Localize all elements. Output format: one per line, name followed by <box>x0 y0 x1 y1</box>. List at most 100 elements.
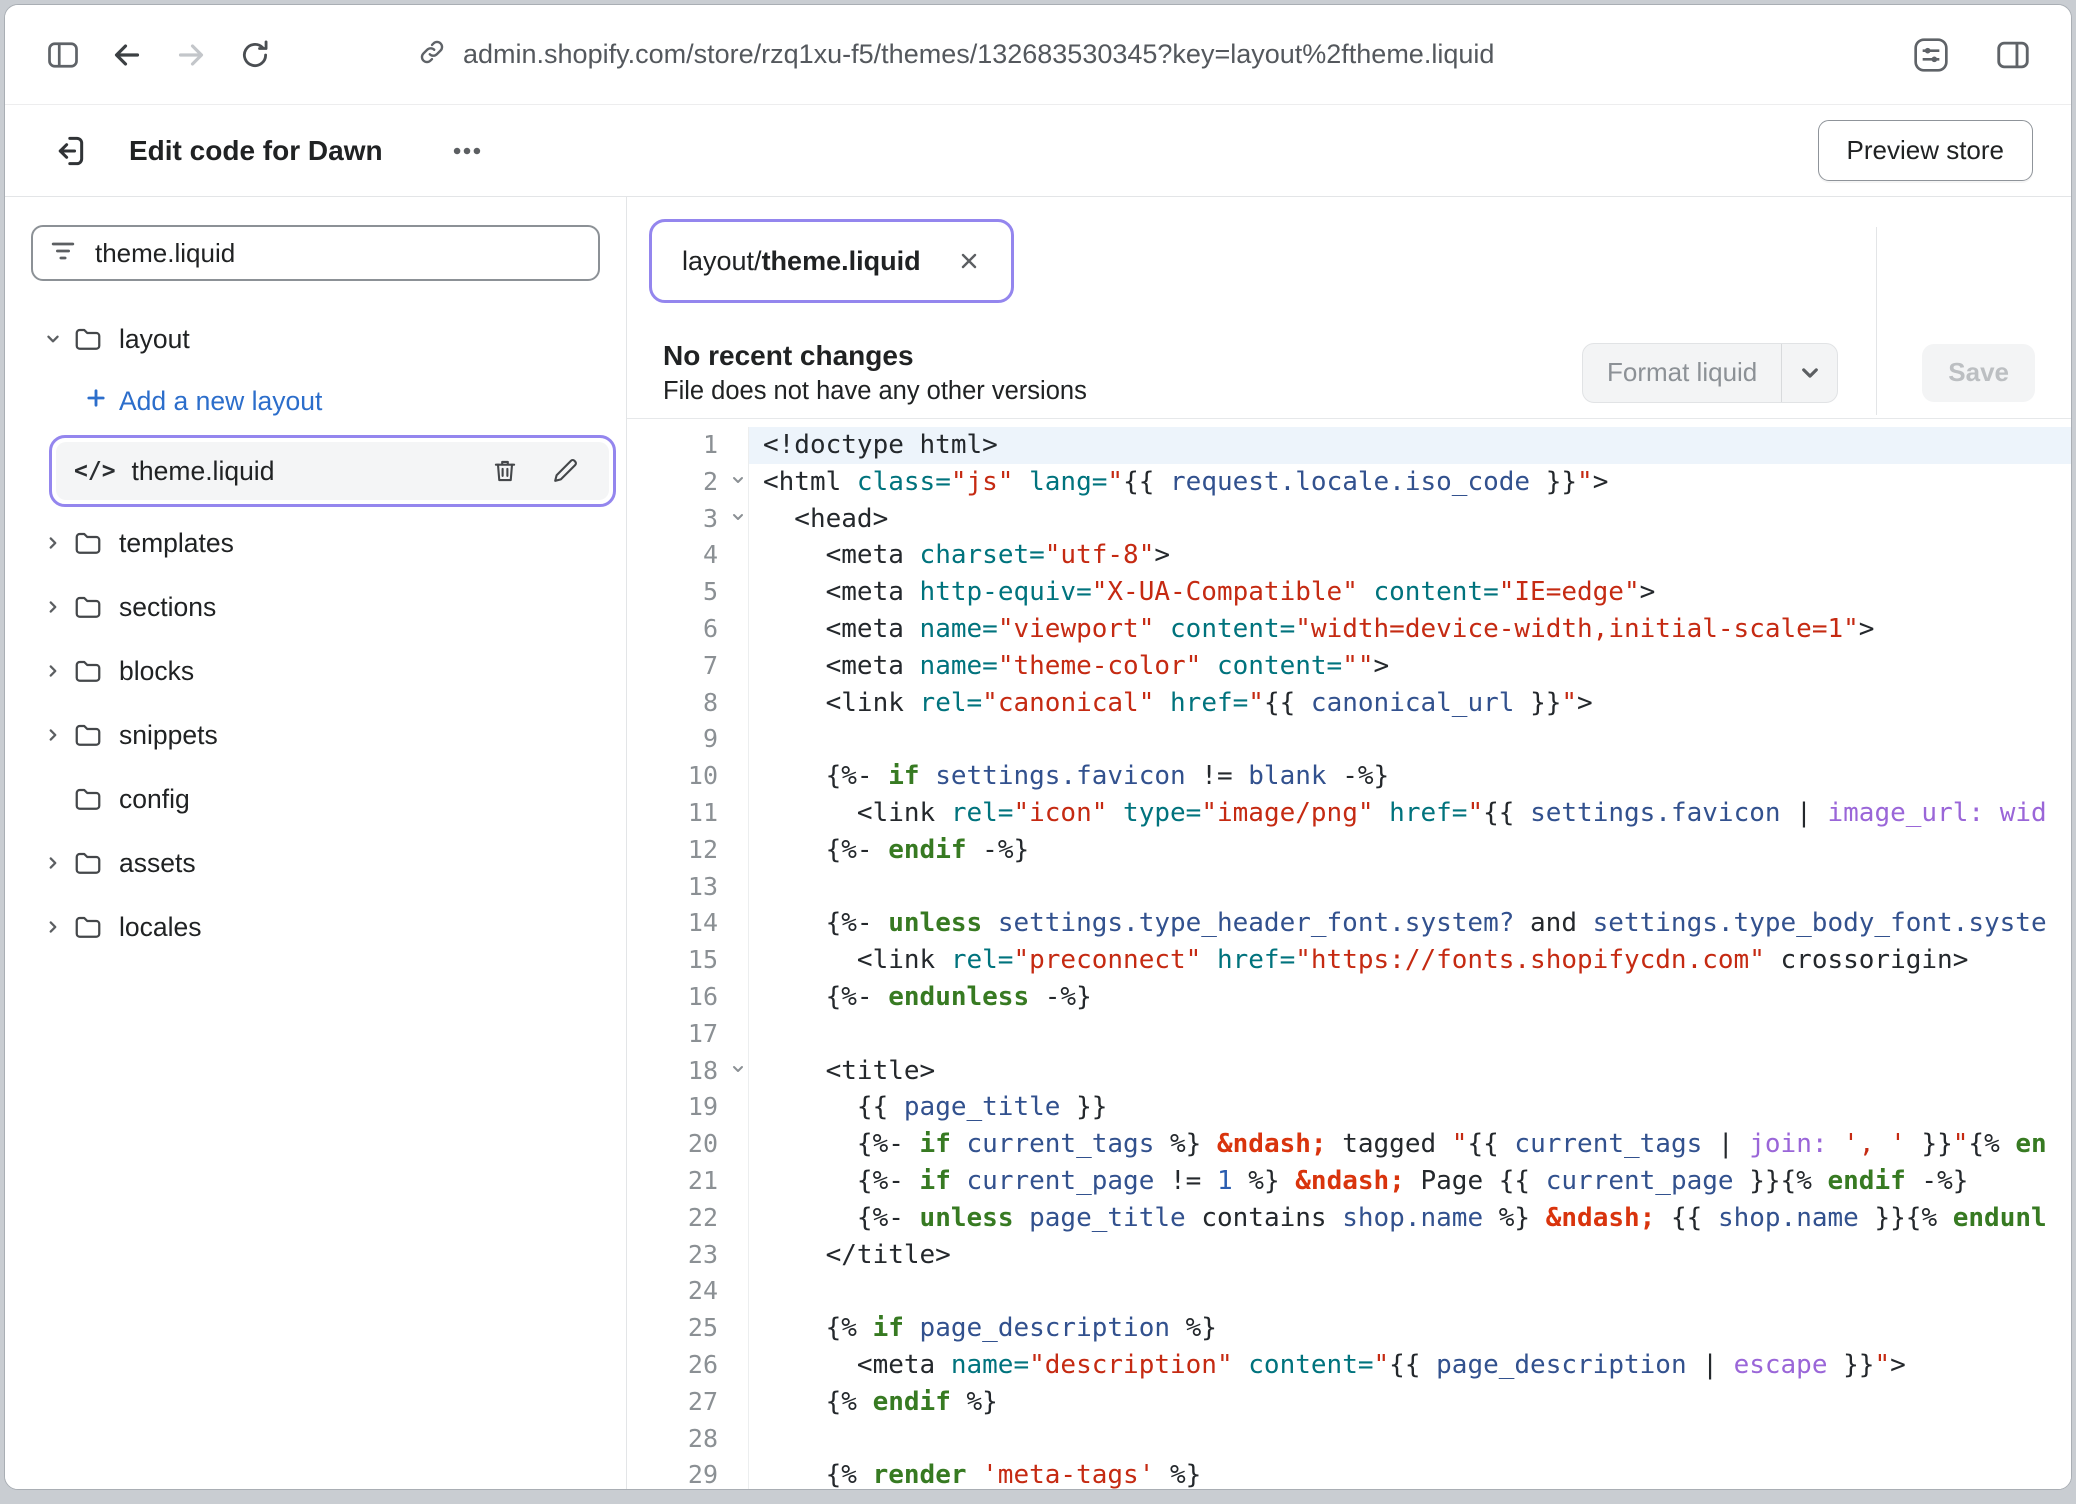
sidebar-folder-config[interactable]: config <box>5 767 626 831</box>
sidebar-folder-templates[interactable]: templates <box>5 511 626 575</box>
preview-store-button[interactable]: Preview store <box>1818 120 2034 181</box>
reload-icon[interactable] <box>223 23 287 87</box>
code-line-5[interactable]: 5 <meta http-equiv="X-UA-Compatible" con… <box>627 574 2071 611</box>
browser-window: admin.shopify.com/store/rzq1xu-f5/themes… <box>4 4 2072 1490</box>
chevron-right-icon[interactable] <box>35 535 71 551</box>
folder-icon <box>73 528 103 558</box>
code-line-22[interactable]: 22 {%- unless page_title contains shop.n… <box>627 1200 2071 1237</box>
sidebar-folder-snippets[interactable]: snippets <box>5 703 626 767</box>
code-line-24[interactable]: 24 <box>627 1273 2071 1310</box>
line-number: 1 <box>627 427 749 464</box>
chevron-right-icon[interactable] <box>35 727 71 743</box>
code-text <box>749 1421 763 1458</box>
address-bar[interactable]: admin.shopify.com/store/rzq1xu-f5/themes… <box>417 37 1899 72</box>
folder-label: blocks <box>119 656 194 687</box>
code-line-3[interactable]: 3 <head> <box>627 501 2071 538</box>
format-liquid-label: Format liquid <box>1583 344 1781 402</box>
code-text: {%- unless page_title contains shop.name… <box>749 1200 2047 1237</box>
code-line-20[interactable]: 20 {%- if current_tags %} &ndash; tagged… <box>627 1126 2071 1163</box>
code-line-2[interactable]: 2<html class="js" lang="{{ request.local… <box>627 464 2071 501</box>
more-actions-icon[interactable] <box>439 131 495 171</box>
code-line-13[interactable]: 13 <box>627 869 2071 906</box>
back-icon[interactable] <box>95 23 159 87</box>
code-line-18[interactable]: 18 <title> <box>627 1053 2071 1090</box>
sidebar-folder-assets[interactable]: assets <box>5 831 626 895</box>
rename-file-icon[interactable] <box>543 449 587 493</box>
code-text: <head> <box>749 501 888 538</box>
format-liquid-button[interactable]: Format liquid <box>1582 343 1838 403</box>
tab-theme-liquid[interactable]: layout/theme.liquid <box>656 226 1007 296</box>
line-number: 15 <box>627 942 749 979</box>
code-line-29[interactable]: 29 {% render 'meta-tags' %} <box>627 1457 2071 1489</box>
line-number: 2 <box>627 464 749 501</box>
code-text: {%- if current_page != 1 %} &ndash; Page… <box>749 1163 1968 1200</box>
code-line-9[interactable]: 9 <box>627 721 2071 758</box>
fold-toggle-icon[interactable] <box>731 510 745 524</box>
code-text: <meta charset="utf-8"> <box>749 537 1170 574</box>
sidebar-folder-locales[interactable]: locales <box>5 895 626 959</box>
line-number: 5 <box>627 574 749 611</box>
code-line-28[interactable]: 28 <box>627 1421 2071 1458</box>
close-tab-icon[interactable] <box>951 243 987 279</box>
code-text: <meta name="theme-color" content=""> <box>749 648 1389 685</box>
split-view-icon[interactable] <box>1981 23 2045 87</box>
chevron-right-icon[interactable] <box>35 599 71 615</box>
tab-highlight: layout/theme.liquid <box>649 219 1014 303</box>
line-number: 29 <box>627 1457 749 1489</box>
sidebar-folder-blocks[interactable]: blocks <box>5 639 626 703</box>
fold-toggle-icon[interactable] <box>731 473 745 487</box>
code-text: {{ page_title }} <box>749 1089 1107 1126</box>
code-line-1[interactable]: 1<!doctype html> <box>627 427 2071 464</box>
fold-toggle-icon[interactable] <box>731 1062 745 1076</box>
code-line-21[interactable]: 21 {%- if current_page != 1 %} &ndash; P… <box>627 1163 2071 1200</box>
line-number: 26 <box>627 1347 749 1384</box>
code-line-8[interactable]: 8 <link rel="canonical" href="{{ canonic… <box>627 685 2071 722</box>
code-line-6[interactable]: 6 <meta name="viewport" content="width=d… <box>627 611 2071 648</box>
code-text: {%- endunless -%} <box>749 979 1092 1016</box>
code-line-15[interactable]: 15 <link rel="preconnect" href="https://… <box>627 942 2071 979</box>
code-line-27[interactable]: 27 {% endif %} <box>627 1384 2071 1421</box>
chevron-right-icon[interactable] <box>35 855 71 871</box>
line-number: 6 <box>627 611 749 648</box>
sidebar-file-theme-liquid[interactable]: </>theme.liquid <box>56 442 609 500</box>
code-line-23[interactable]: 23 </title> <box>627 1237 2071 1274</box>
code-text <box>749 1273 763 1310</box>
code-line-17[interactable]: 17 <box>627 1016 2071 1053</box>
code-text: <link rel="preconnect" href="https://fon… <box>749 942 1968 979</box>
page-title: Edit code for Dawn <box>129 135 383 167</box>
code-line-12[interactable]: 12 {%- endif -%} <box>627 832 2071 869</box>
delete-file-icon[interactable] <box>483 449 527 493</box>
sidebar-folder-sections[interactable]: sections <box>5 575 626 639</box>
file-search[interactable] <box>31 225 600 281</box>
code-text: {%- endif -%} <box>749 832 1029 869</box>
chevron-right-icon[interactable] <box>35 919 71 935</box>
code-line-16[interactable]: 16 {%- endunless -%} <box>627 979 2071 1016</box>
code-line-7[interactable]: 7 <meta name="theme-color" content=""> <box>627 648 2071 685</box>
format-dropdown-icon[interactable] <box>1781 344 1837 402</box>
sidebar-folder-layout[interactable]: layout <box>5 307 626 371</box>
extension-icon[interactable] <box>1899 23 1963 87</box>
code-line-26[interactable]: 26 <meta name="description" content="{{ … <box>627 1347 2071 1384</box>
save-button[interactable]: Save <box>1922 344 2035 402</box>
line-number: 10 <box>627 758 749 795</box>
chevron-right-icon[interactable] <box>35 663 71 679</box>
code-editor[interactable]: 1<!doctype html>2<html class="js" lang="… <box>627 419 2071 1489</box>
file-label: theme.liquid <box>132 456 275 487</box>
code-line-14[interactable]: 14 {%- unless settings.type_header_font.… <box>627 905 2071 942</box>
code-line-4[interactable]: 4 <meta charset="utf-8"> <box>627 537 2071 574</box>
code-text: <link rel="canonical" href="{{ canonical… <box>749 685 1593 722</box>
line-number: 18 <box>627 1053 749 1090</box>
version-status: No recent changes File does not have any… <box>663 339 1087 407</box>
chevron-down-icon[interactable] <box>35 331 71 347</box>
search-input[interactable] <box>93 237 582 270</box>
code-text: <link rel="icon" type="image/png" href="… <box>749 795 2047 832</box>
code-line-11[interactable]: 11 <link rel="icon" type="image/png" hre… <box>627 795 2071 832</box>
code-line-10[interactable]: 10 {%- if settings.favicon != blank -%} <box>627 758 2071 795</box>
sidebar-toggle-icon[interactable] <box>31 23 95 87</box>
add-new-layout-link[interactable]: Add a new layout <box>5 371 626 431</box>
exit-editor-icon[interactable] <box>43 125 95 177</box>
forward-icon[interactable] <box>159 23 223 87</box>
folder-label: templates <box>119 528 234 559</box>
code-line-19[interactable]: 19 {{ page_title }} <box>627 1089 2071 1126</box>
code-line-25[interactable]: 25 {% if page_description %} <box>627 1310 2071 1347</box>
